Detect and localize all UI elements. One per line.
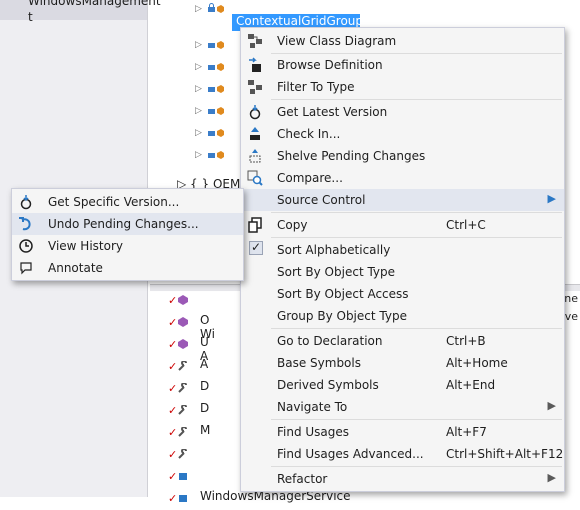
checkmark-icon: ✓ — [168, 360, 178, 373]
expand-triangle-icon[interactable]: ▷ — [195, 4, 202, 14]
menu-item-go-to-declaration[interactable]: Go to Declaration Ctrl+B — [241, 330, 564, 352]
lock-icon — [208, 87, 215, 92]
menu-item-base-symbols[interactable]: Base Symbols Alt+Home — [241, 352, 564, 374]
checkmark-icon: ✓ — [168, 316, 178, 329]
checkmark-icon: ✓ — [168, 426, 178, 439]
menu-item-get-latest-version[interactable]: Get Latest Version — [241, 101, 564, 123]
menu-item-sort-alphabetically[interactable]: Sort Alphabetically — [241, 239, 564, 261]
undo-icon — [19, 217, 31, 231]
shelve-icon — [249, 149, 261, 163]
class-icon — [217, 5, 224, 13]
menu-item-navigate-to[interactable]: Navigate To ▶ — [241, 396, 564, 418]
wrench-icon — [178, 383, 187, 393]
shortcut-base-symbols: Alt+Home — [446, 356, 508, 370]
selected-class-label: ContextualGridGroup — [236, 14, 364, 28]
menu-item-sort-by-object-access[interactable]: Sort By Object Access — [241, 283, 564, 305]
checkmark-icon: ✓ — [168, 404, 178, 417]
menu-separator — [271, 419, 562, 420]
menu-item-find-usages[interactable]: Find Usages Alt+F7 — [241, 421, 564, 443]
checkmark-icon: ✓ — [168, 294, 178, 307]
class-icon — [217, 41, 224, 49]
tree-item-label-wrap: t — [28, 10, 33, 24]
get-latest-icon — [249, 105, 261, 120]
menu-item-undo-pending-changes[interactable]: Undo Pending Changes... — [12, 213, 243, 235]
menu-item-browse-definition[interactable]: Browse Definition — [241, 54, 564, 76]
annotate-icon — [20, 262, 32, 275]
menu-separator — [271, 99, 562, 100]
filter-type-icon — [248, 80, 262, 94]
copy-icon — [248, 217, 262, 233]
lock-icon — [208, 43, 215, 48]
module-icon — [179, 473, 187, 480]
checkmark-icon: ✓ — [168, 382, 178, 395]
submenu-arrow-icon: ▶ — [547, 399, 556, 412]
interface-icon — [178, 339, 188, 349]
expand-triangle-icon[interactable]: ▷ — [195, 84, 202, 94]
menu-item-view-history[interactable]: View History — [12, 235, 243, 257]
checkmark-icon: ✓ — [168, 492, 178, 505]
menu-item-sort-by-object-type[interactable]: Sort By Object Type — [241, 261, 564, 283]
menu-separator — [271, 212, 562, 213]
shortcut-find-usages: Alt+F7 — [446, 425, 487, 439]
menu-item-filter-to-type[interactable]: Filter To Type — [241, 76, 564, 98]
compare-icon — [247, 170, 263, 186]
interface-icon — [178, 295, 188, 305]
menu-item-derived-symbols[interactable]: Derived Symbols Alt+End — [241, 374, 564, 396]
checkmark-icon: ✓ — [168, 470, 178, 483]
check-in-icon — [250, 127, 260, 140]
lock-icon — [208, 153, 215, 158]
menu-item-view-class-diagram[interactable]: View Class Diagram — [241, 30, 564, 52]
submenu-arrow-icon: ▶ — [547, 192, 556, 205]
class-icon — [217, 63, 224, 71]
menu-separator — [271, 237, 562, 238]
browse-definition-icon — [249, 57, 261, 72]
checked-checkbox-icon — [249, 240, 263, 255]
menu-item-shelve-pending-changes[interactable]: Shelve Pending Changes — [241, 145, 564, 167]
menu-item-check-in[interactable]: Check In... — [241, 123, 564, 145]
lock-icon — [208, 109, 215, 114]
menu-item-annotate[interactable]: Annotate — [12, 257, 243, 279]
menu-item-get-specific-version[interactable]: Get Specific Version... — [12, 191, 243, 213]
expand-triangle-icon[interactable]: ▷ — [195, 62, 202, 72]
checkmark-icon: ✓ — [168, 448, 178, 461]
lock-icon — [208, 65, 215, 70]
source-control-submenu: Get Specific Version... Undo Pending Cha… — [11, 188, 244, 281]
history-icon — [19, 239, 33, 253]
menu-separator — [271, 328, 562, 329]
class-icon — [217, 151, 224, 159]
expand-triangle-icon[interactable]: ▷ — [195, 128, 202, 138]
expand-triangle-icon[interactable]: ▷ — [195, 40, 202, 50]
class-icon — [217, 129, 224, 137]
submenu-arrow-icon: ▶ — [547, 471, 556, 484]
lock-icon — [208, 131, 215, 136]
expand-triangle-icon[interactable]: ▷ — [195, 106, 202, 116]
menu-item-refactor[interactable]: Refactor ▶ — [241, 468, 564, 490]
interface-icon — [178, 317, 188, 327]
menu-item-find-usages-advanced[interactable]: Find Usages Advanced... Ctrl+Shift+Alt+F… — [241, 443, 564, 465]
shortcut-copy: Ctrl+C — [446, 218, 486, 232]
menu-item-copy[interactable]: Copy Ctrl+C — [241, 214, 564, 236]
shortcut-derived-symbols: Alt+End — [446, 378, 496, 392]
menu-item-group-by-object-type[interactable]: Group By Object Type — [241, 305, 564, 327]
tree-item-label: WindowsManagement — [28, 0, 161, 8]
context-menu: View Class Diagram Browse Definition Fil… — [240, 27, 565, 492]
lock-icon — [208, 3, 215, 12]
shortcut-find-usages-advanced: Ctrl+Shift+Alt+F12 — [446, 447, 564, 461]
wrench-icon — [178, 427, 187, 437]
shortcut-go-to-declaration: Ctrl+B — [446, 334, 486, 348]
wrench-icon — [178, 449, 187, 459]
wrench-icon — [178, 405, 187, 415]
edge-text: ve — [564, 310, 578, 323]
checkmark-icon: ✓ — [168, 338, 178, 351]
menu-item-source-control[interactable]: Source Control ▶ — [241, 189, 564, 211]
get-specific-version-icon — [20, 195, 32, 210]
menu-item-compare[interactable]: Compare... — [241, 167, 564, 189]
module-icon — [179, 495, 187, 502]
menu-separator — [271, 466, 562, 467]
class-icon — [217, 85, 224, 93]
expand-triangle-icon[interactable]: ▷ — [195, 150, 202, 160]
wrench-icon — [178, 361, 187, 371]
class-diagram-icon — [248, 34, 262, 48]
class-icon — [217, 107, 224, 115]
